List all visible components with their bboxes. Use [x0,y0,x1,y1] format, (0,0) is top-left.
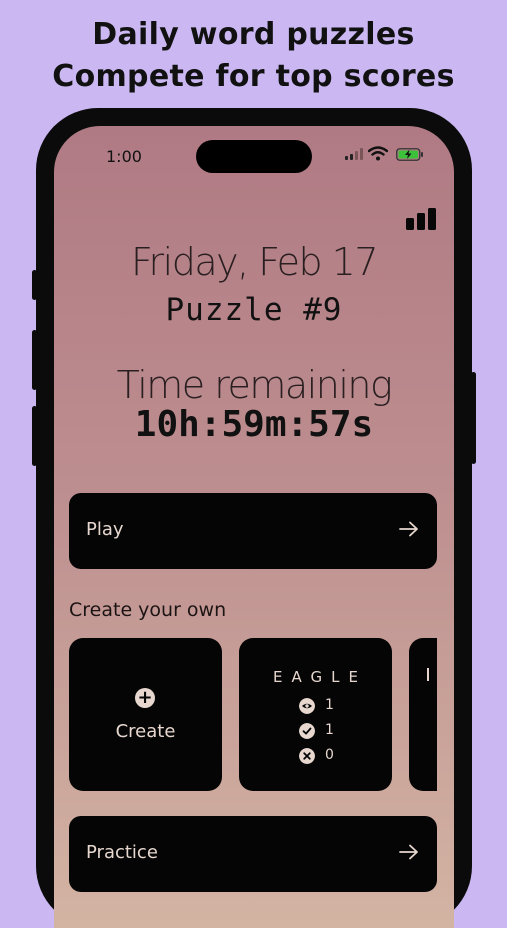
wifi-icon [368,146,388,161]
dynamic-island [196,140,312,173]
views-count: 1 [325,697,334,713]
promo-line-2: Compete for top scores [52,59,455,94]
create-card-label: Create [115,721,176,742]
check-circle-icon [299,723,315,739]
practice-button[interactable]: Practice [69,816,437,892]
practice-button-label: Practice [86,842,158,863]
status-time: 1:00 [106,147,142,166]
arrow-right-icon [399,844,418,860]
puzzle-word: EAGLE [273,668,367,686]
create-card[interactable]: + Create [69,638,222,791]
phone-frame: 1:00 Friday, Feb 17 Puzzle #9 Time remai… [32,108,476,928]
play-button-label: Play [86,519,124,540]
puzzle-card-next[interactable] [409,638,437,791]
battery-charging-icon [396,148,423,161]
promo-line-1: Daily word puzzles [92,17,415,52]
failed-count: 0 [325,747,334,763]
status-bar: 1:00 [54,126,454,186]
side-button-volume-up [32,330,37,390]
bar-chart-icon[interactable] [406,208,436,230]
plus-circle-icon: + [135,688,155,708]
arrow-right-icon [399,521,418,537]
cellular-signal-icon [345,148,363,160]
puzzle-carousel[interactable]: + Create EAGLE 1 1 0 [69,638,437,791]
x-circle-icon [299,748,315,764]
eye-icon [299,698,315,714]
solved-count: 1 [325,722,334,738]
puzzle-number: Puzzle #9 [165,292,343,328]
play-button[interactable]: Play [69,493,437,569]
app-screen: 1:00 Friday, Feb 17 Puzzle #9 Time remai… [54,126,454,928]
side-button-silent [32,270,37,300]
countdown-timer: 10h:59m:57s [134,404,374,445]
create-section-title: Create your own [69,599,227,621]
puzzle-date: Friday, Feb 17 [130,240,379,284]
side-button-volume-down [32,406,37,466]
puzzle-card-eagle[interactable]: EAGLE 1 1 0 [239,638,392,791]
puzzle-card-next-letter [427,668,429,681]
time-remaining-label: Time remaining [116,363,393,407]
promo-headline: Daily word puzzles Compete for top score… [0,14,507,98]
side-button-power [471,372,476,464]
